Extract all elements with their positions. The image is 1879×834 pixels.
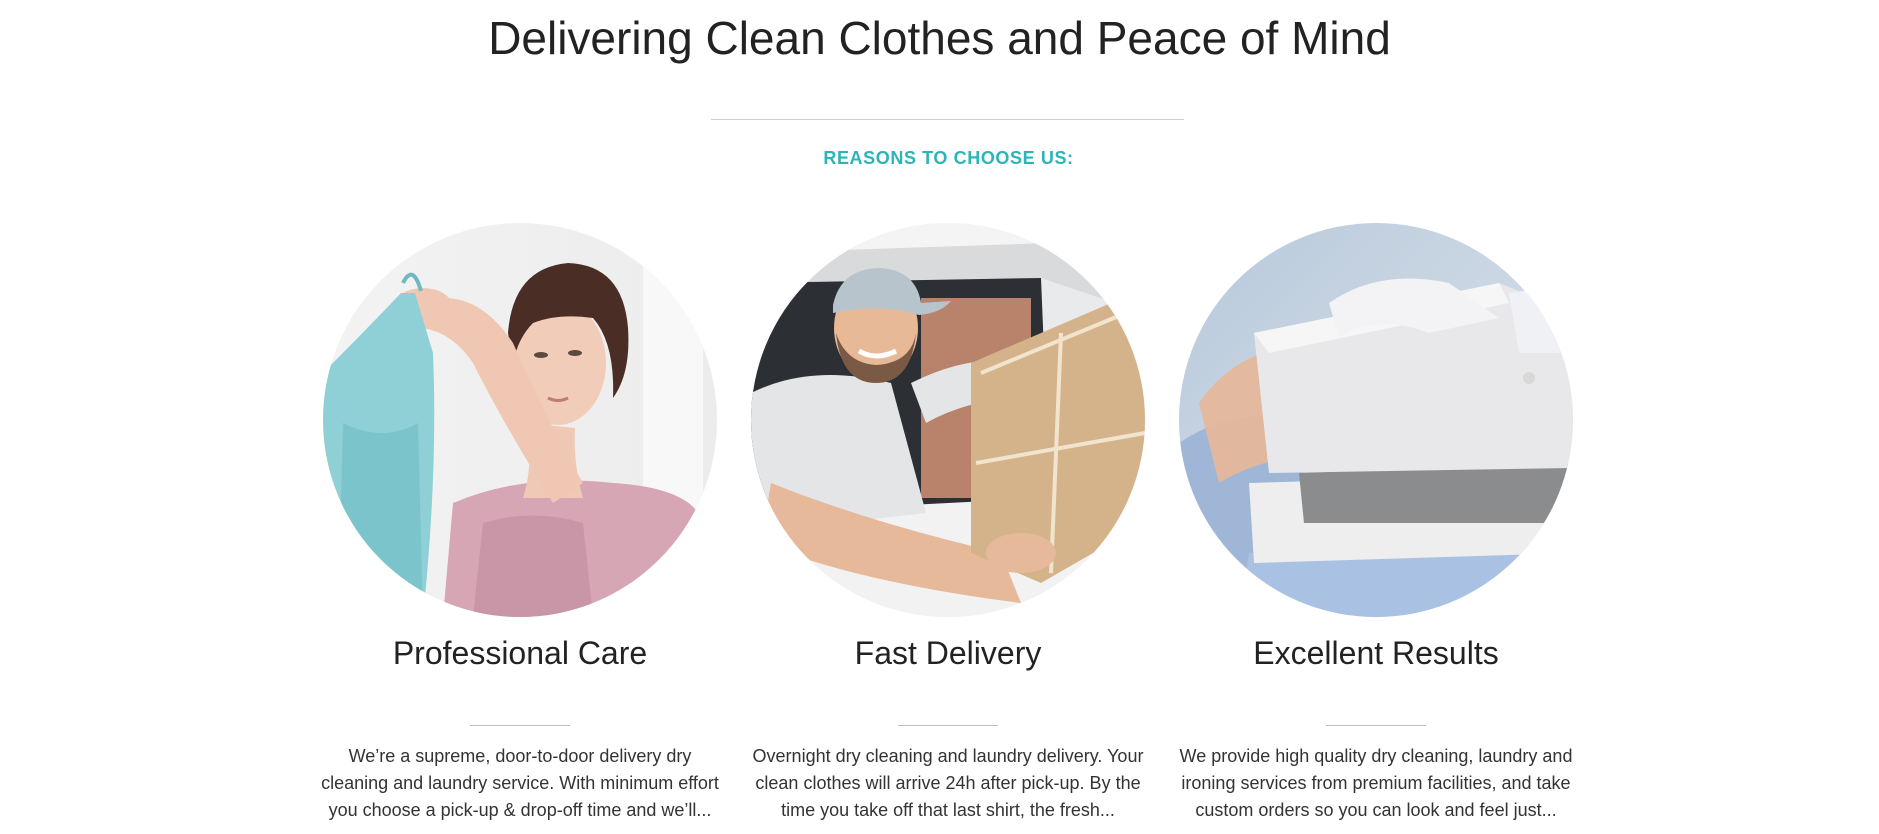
title-divider (711, 119, 1184, 120)
feature-description: We provide high quality dry cleaning, la… (1179, 746, 1573, 820)
reasons-section: Delivering Clean Clothes and Peace of Mi… (0, 0, 1879, 834)
feature-title: Excellent Results (1253, 635, 1499, 671)
feature-title: Fast Delivery (854, 635, 1042, 671)
woman-holding-blue-dress-photo (323, 223, 717, 617)
feature-description: We’re a supreme, door-to-door delivery d… (321, 746, 719, 820)
feature-divider (898, 725, 998, 726)
section-title: Delivering Clean Clothes and Peace of Mi… (488, 12, 1391, 64)
feature-divider (1326, 725, 1426, 726)
folded-shirts-stack-photo (1179, 223, 1573, 617)
feature-fast-delivery: Fast Delivery Overnight dry cleaning and… (748, 223, 1148, 820)
section-subtitle: REASONS TO CHOOSE US: (823, 148, 1074, 168)
feature-professional-care: Professional Care We’re a supreme, door-… (320, 223, 720, 820)
feature-description: Overnight dry cleaning and laundry deliv… (752, 746, 1144, 820)
delivery-driver-with-package-photo (751, 223, 1145, 617)
feature-excellent-results: Excellent Results We provide high qualit… (1176, 223, 1576, 820)
feature-divider (470, 725, 570, 726)
feature-title: Professional Care (392, 635, 648, 671)
